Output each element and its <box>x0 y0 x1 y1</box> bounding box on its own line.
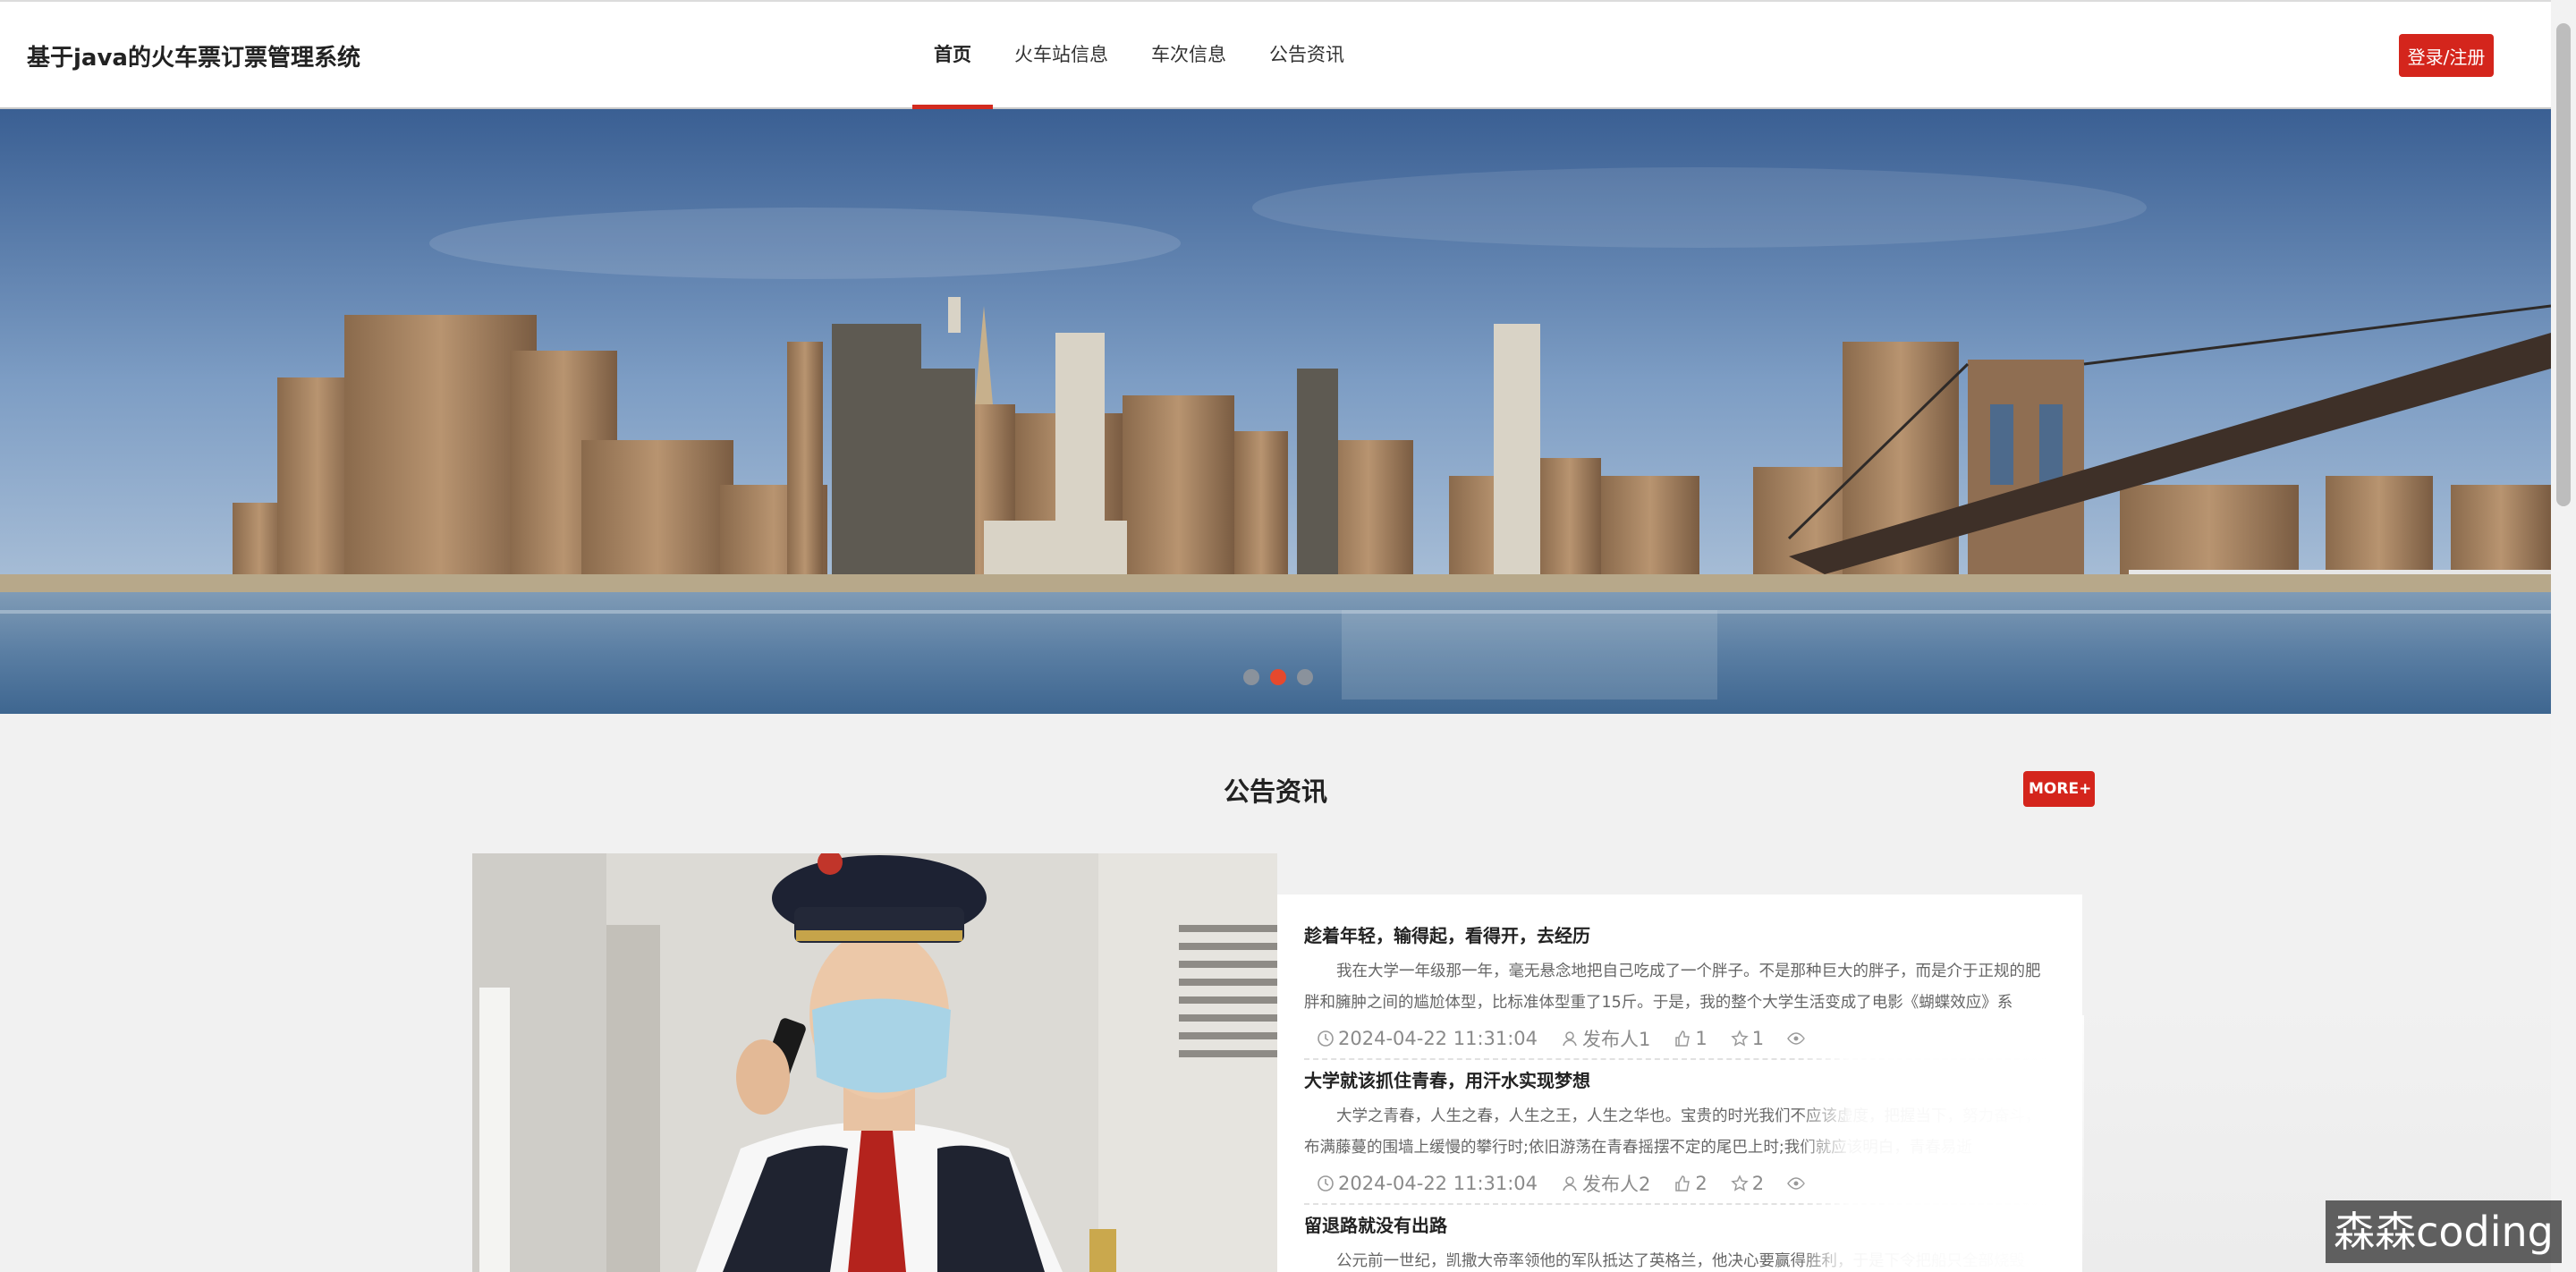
favorite-count: 1 <box>1751 1028 1765 1049</box>
favorite-count: 2 <box>1751 1173 1765 1194</box>
carousel-dot-3[interactable] <box>1297 669 1313 685</box>
more-button[interactable]: MORE+ <box>2023 771 2095 807</box>
like-count: 1 <box>1695 1028 1707 1049</box>
section-title: 公告资讯 <box>1223 776 1327 807</box>
news-author: 发布人2 <box>1582 1174 1651 1195</box>
page-scrollbar[interactable] <box>2551 0 2576 1272</box>
user-icon <box>1563 1176 1577 1191</box>
news-date: 2024-04-22 11:31:04 <box>1338 1173 1538 1194</box>
news-author: 发布人1 <box>1582 1029 1651 1050</box>
site-title[interactable]: 基于java的火车票订票管理系统 <box>27 39 360 72</box>
thumb-up-icon[interactable] <box>1674 1174 1691 1192</box>
top-navbar: 基于java的火车票订票管理系统 首页 火车站信息 车次信息 公告资讯 登录/注… <box>0 0 2551 111</box>
watermark: 森森coding <box>2326 1200 2562 1263</box>
news-excerpt: 我在大学一年级那一年，毫无悬念地把自己吃成了一个胖子。不是那种巨大的胖子，而是介… <box>1304 962 2041 1012</box>
nav-item-announcements[interactable]: 公告资讯 <box>1248 2 1366 109</box>
star-icon[interactable] <box>1731 1174 1749 1192</box>
banner-carousel[interactable] <box>0 109 2551 714</box>
clock-icon <box>1318 1175 1334 1191</box>
city-skyline-image <box>0 109 2551 714</box>
nav-item-trains[interactable]: 车次信息 <box>1130 2 1248 109</box>
carousel-dot-1[interactable] <box>1243 669 1259 685</box>
clock-icon <box>1318 1030 1334 1047</box>
carousel-dot-2[interactable] <box>1270 669 1286 685</box>
train-conductor-photo <box>472 853 1277 1272</box>
featured-news-image[interactable] <box>472 853 1277 1272</box>
nav-item-home[interactable]: 首页 <box>912 2 993 111</box>
main-nav: 首页 火车站信息 车次信息 公告资讯 <box>912 2 1366 111</box>
nav-item-stations[interactable]: 火车站信息 <box>993 2 1130 109</box>
login-register-button[interactable]: 登录/注册 <box>2399 34 2494 77</box>
star-icon[interactable] <box>1731 1030 1749 1047</box>
carousel-dots <box>1243 669 1313 685</box>
thumb-up-icon[interactable] <box>1674 1030 1691 1047</box>
user-icon <box>1563 1031 1577 1047</box>
like-count: 2 <box>1695 1173 1707 1194</box>
scrollbar-thumb[interactable] <box>2556 23 2571 506</box>
news-title[interactable]: 趁着年轻，输得起，看得开，去经历 <box>1304 921 2055 947</box>
news-date: 2024-04-22 11:31:04 <box>1338 1028 1538 1049</box>
loading-fade-overlay <box>1798 1015 2084 1272</box>
